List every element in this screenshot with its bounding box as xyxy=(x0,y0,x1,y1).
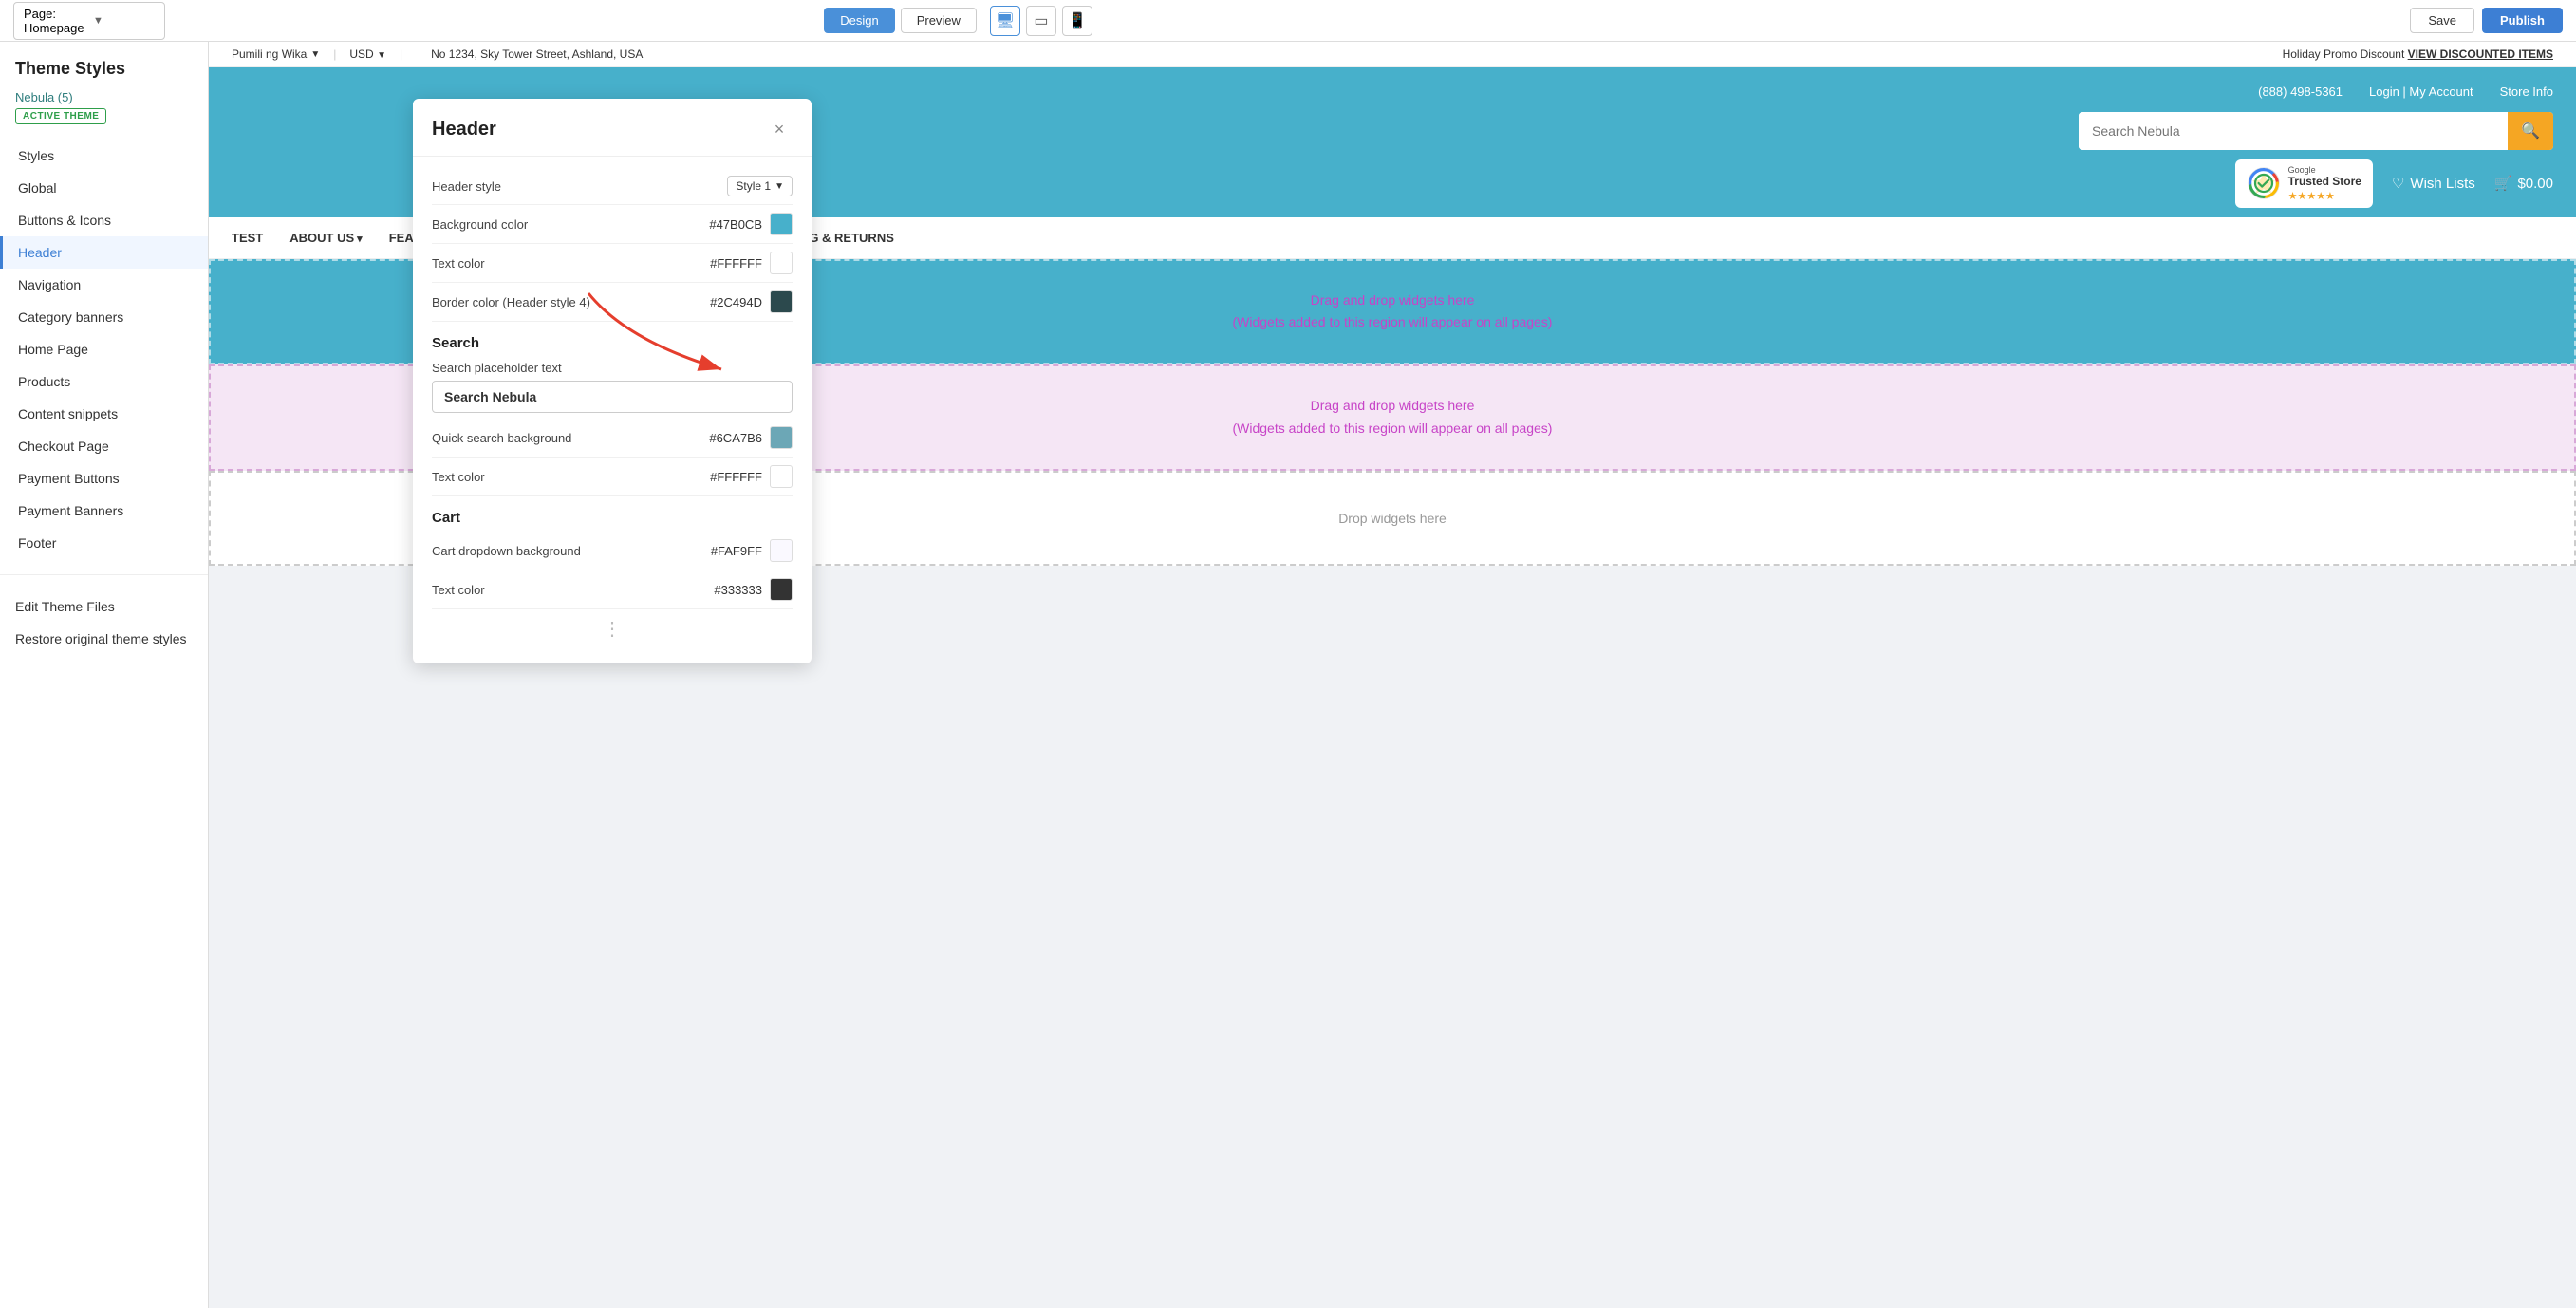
panel-close-button[interactable]: × xyxy=(766,116,793,142)
sidebar-item-footer[interactable]: Footer xyxy=(0,527,208,559)
preview-area: Pumili ng Wika ▼ | USD ▼ | No 1234, Sky … xyxy=(209,42,2576,1308)
search-box: 🔍 xyxy=(2079,112,2553,150)
panel-row-quick-search-bg: Quick search background #6CA7B6 xyxy=(432,419,793,458)
sidebar-footer: Edit Theme Files Restore original theme … xyxy=(0,583,208,663)
header-panel: Header × Header style Style 1 ▼ Backgrou… xyxy=(413,99,812,663)
top-bar-right: Save Publish xyxy=(2410,8,2563,33)
wish-lists[interactable]: ♡ Wish Lists xyxy=(2392,175,2475,192)
page-selector[interactable]: Page: Homepage ▼ xyxy=(13,2,165,40)
store-login[interactable]: Login | My Account xyxy=(2369,84,2473,99)
save-button[interactable]: Save xyxy=(2410,8,2474,33)
cart-icon: 🛒 xyxy=(2494,175,2512,192)
theme-name-row: Nebula (5) ACTIVE THEME xyxy=(0,88,208,132)
main-layout: Theme Styles Nebula (5) ACTIVE THEME Sty… xyxy=(0,42,2576,1308)
lang-selector[interactable]: Pumili ng Wika ▼ xyxy=(232,47,320,61)
promo-bar: Holiday Promo Discount VIEW DISCOUNTED I… xyxy=(2283,47,2553,61)
trusted-store-text: Google Trusted Store ★★★★★ xyxy=(2288,165,2361,202)
panel-body: Header style Style 1 ▼ Background color … xyxy=(413,157,812,663)
trusted-store-badge: Google Trusted Store ★★★★★ xyxy=(2235,159,2373,208)
panel-row-cart-text-color: Text color #333333 xyxy=(432,570,793,609)
nav-item-about[interactable]: ABOUT US xyxy=(289,219,362,256)
currency-arrow-icon: ▼ xyxy=(377,50,386,61)
text-color-swatch[interactable] xyxy=(770,252,793,274)
search-text-color-swatch[interactable] xyxy=(770,465,793,488)
top-bar-center: Design Preview 🖥 ▭ 📱 xyxy=(824,6,1092,36)
currency-selector[interactable]: USD ▼ xyxy=(349,47,386,61)
store-phone: (888) 498-5361 xyxy=(2258,84,2343,99)
active-theme-badge: ACTIVE THEME xyxy=(15,108,106,124)
mobile-view-icon[interactable]: 📱 xyxy=(1062,6,1092,36)
quick-search-bg-swatch[interactable] xyxy=(770,426,793,449)
bg-color-swatch[interactable] xyxy=(770,213,793,235)
sidebar-item-checkout[interactable]: Checkout Page xyxy=(0,430,208,462)
cart-text-color-swatch[interactable] xyxy=(770,578,793,601)
panel-row-text-color: Text color #FFFFFF xyxy=(432,244,793,283)
store-header-top: (888) 498-5361 Login | My Account Store … xyxy=(232,84,2553,99)
cart-dropdown-bg-swatch[interactable] xyxy=(770,539,793,562)
desktop-view-icon[interactable]: 🖥 xyxy=(990,6,1020,36)
sidebar-item-styles[interactable]: Styles xyxy=(0,140,208,172)
search-input[interactable] xyxy=(2079,114,2508,148)
lang-arrow-icon: ▼ xyxy=(310,49,320,60)
store-top-bar: Pumili ng Wika ▼ | USD ▼ | No 1234, Sky … xyxy=(209,42,2576,67)
border-color-swatch[interactable] xyxy=(770,290,793,313)
store-info[interactable]: Store Info xyxy=(2500,84,2553,99)
select-chevron-icon: ▼ xyxy=(775,181,784,192)
page-selector-chevron: ▼ xyxy=(93,15,155,27)
top-bar: Page: Homepage ▼ Design Preview 🖥 ▭ 📱 Sa… xyxy=(0,0,2576,42)
sidebar-item-navigation[interactable]: Navigation xyxy=(0,269,208,301)
view-icons: 🖥 ▭ 📱 xyxy=(990,6,1092,36)
panel-row-bg-color: Background color #47B0CB xyxy=(432,205,793,244)
cart-area[interactable]: 🛒 $0.00 xyxy=(2494,175,2553,192)
sidebar-title: Theme Styles xyxy=(0,42,208,88)
publish-button[interactable]: Publish xyxy=(2482,8,2563,33)
sidebar-item-buttons-icons[interactable]: Buttons & Icons xyxy=(0,204,208,236)
edit-theme-files[interactable]: Edit Theme Files xyxy=(0,590,208,623)
preview-button[interactable]: Preview xyxy=(901,8,977,33)
tablet-view-icon[interactable]: ▭ xyxy=(1026,6,1056,36)
panel-row-border-color: Border color (Header style 4) #2C494D xyxy=(432,283,793,322)
sidebar-nav: Styles Global Buttons & Icons Header Nav… xyxy=(0,132,208,567)
sidebar-item-payment-buttons[interactable]: Payment Buttons xyxy=(0,462,208,495)
restore-theme-styles[interactable]: Restore original theme styles xyxy=(0,623,208,655)
sidebar-item-category-banners[interactable]: Category banners xyxy=(0,301,208,333)
sidebar-item-content-snippets[interactable]: Content snippets xyxy=(0,398,208,430)
left-sidebar: Theme Styles Nebula (5) ACTIVE THEME Sty… xyxy=(0,42,209,1308)
sidebar-item-global[interactable]: Global xyxy=(0,172,208,204)
search-placeholder-input[interactable] xyxy=(432,381,793,413)
sidebar-item-products[interactable]: Products xyxy=(0,365,208,398)
nav-item-test[interactable]: TEST xyxy=(232,219,263,256)
design-button[interactable]: Design xyxy=(824,8,894,33)
panel-title-bar: Header × xyxy=(413,99,812,157)
sidebar-divider xyxy=(0,574,208,575)
sidebar-item-home-page[interactable]: Home Page xyxy=(0,333,208,365)
panel-title: Header xyxy=(432,119,496,140)
panel-row-header-style: Header style Style 1 ▼ xyxy=(432,168,793,205)
sidebar-item-header[interactable]: Header xyxy=(0,236,208,269)
theme-name: Nebula (5) xyxy=(15,90,193,104)
scroll-hint: ⋮ xyxy=(432,609,793,648)
search-placeholder-label: Search placeholder text xyxy=(432,357,793,377)
search-submit-button[interactable]: 🔍 xyxy=(2508,112,2553,150)
panel-row-search-text-color: Text color #FFFFFF xyxy=(432,458,793,496)
sidebar-item-payment-banners[interactable]: Payment Banners xyxy=(0,495,208,527)
heart-icon: ♡ xyxy=(2392,175,2404,192)
trusted-store-logo-icon xyxy=(2247,166,2281,200)
search-section-heading: Search xyxy=(432,322,793,357)
promo-link[interactable]: VIEW DISCOUNTED ITEMS xyxy=(2408,47,2553,61)
header-style-select[interactable]: Style 1 ▼ xyxy=(727,176,793,196)
cart-section-heading: Cart xyxy=(432,496,793,532)
store-address: No 1234, Sky Tower Street, Ashland, USA xyxy=(431,47,2272,61)
panel-row-cart-dropdown-bg: Cart dropdown background #FAF9FF xyxy=(432,532,793,570)
